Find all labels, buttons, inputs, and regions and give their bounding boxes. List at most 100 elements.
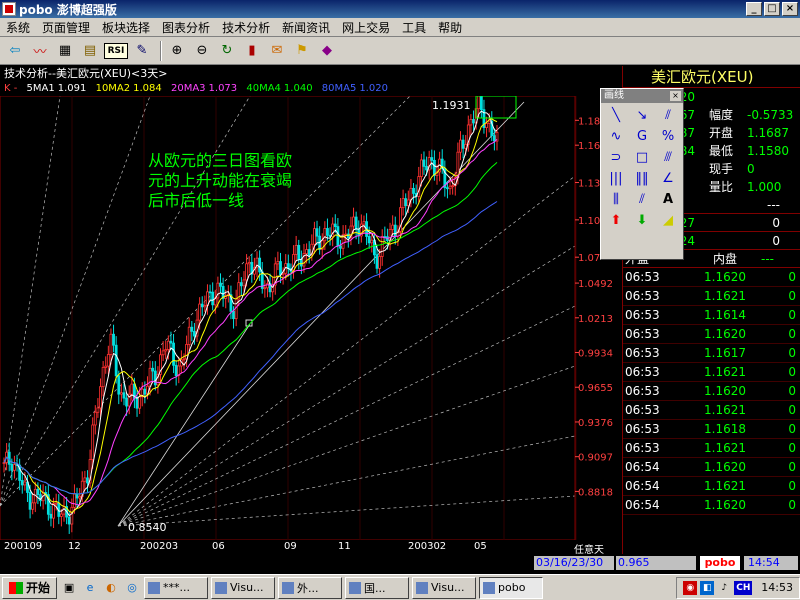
trade-row[interactable]: 06:53 1.1617 0 bbox=[623, 344, 800, 363]
trade-row[interactable]: 06:53 1.1620 0 bbox=[623, 268, 800, 287]
close-icon[interactable]: × bbox=[670, 91, 681, 101]
cycle-tool-icon[interactable]: ||| bbox=[603, 168, 629, 189]
gann-tool-icon[interactable]: ⫼ bbox=[603, 189, 629, 210]
menu-technical-analysis[interactable]: 技术分析 bbox=[216, 19, 276, 36]
back-arrow-icon[interactable]: ⇦ bbox=[4, 40, 26, 62]
toolbar: ⇦ 〰 ▦ ▤ RSI ✎ ⊕ ⊖ ↻ ▮ ✉ ⚑ ◆ bbox=[0, 37, 800, 65]
candle-body bbox=[166, 340, 170, 350]
taskbar-task-button[interactable]: 外... bbox=[278, 576, 343, 599]
ie-icon[interactable]: e bbox=[81, 579, 99, 597]
up-arrow-tool-icon[interactable]: ⬆ bbox=[603, 210, 629, 231]
purple-book-icon[interactable]: ◆ bbox=[316, 40, 338, 62]
media-icon[interactable]: ◎ bbox=[123, 579, 141, 597]
trade-qty: 0 bbox=[788, 479, 796, 493]
close-button[interactable]: × bbox=[782, 2, 798, 16]
candle-body bbox=[203, 305, 207, 308]
status-date: 03/16/23/30 bbox=[534, 556, 614, 570]
trade-row[interactable]: 06:53 1.1621 0 bbox=[623, 401, 800, 420]
desktop-icon[interactable]: ▣ bbox=[60, 579, 78, 597]
line-chart-icon[interactable]: 〰 bbox=[29, 40, 51, 62]
task-label: ***... bbox=[163, 581, 191, 594]
text-tool-icon[interactable]: A bbox=[655, 189, 681, 210]
zoom-out-icon[interactable]: ⊖ bbox=[191, 40, 213, 62]
taskbar: 开始 ▣ e ◐ ◎ ***... Visu... 外... 国... Visu... p… bbox=[0, 574, 800, 600]
rsi-icon[interactable]: RSI bbox=[104, 42, 128, 59]
taskbar-task-button[interactable]: Visu... bbox=[211, 576, 276, 599]
parallel-tool-icon[interactable]: ⫽ bbox=[655, 105, 681, 126]
menu-online-trading[interactable]: 网上交易 bbox=[336, 19, 396, 36]
taskbar-task-button[interactable]: ***... bbox=[144, 576, 209, 599]
eraser-tool-icon[interactable]: ◢ bbox=[655, 210, 681, 231]
trade-price: 1.1621 bbox=[704, 289, 746, 303]
book-icon[interactable]: ▤ bbox=[79, 40, 101, 62]
time-zone-tool-icon[interactable]: ‖‖ bbox=[629, 168, 655, 189]
candle-body bbox=[83, 477, 87, 482]
trade-row[interactable]: 06:53 1.1620 0 bbox=[623, 325, 800, 344]
trade-row[interactable]: 06:53 1.1614 0 bbox=[623, 306, 800, 325]
trade-row[interactable]: 06:53 1.1621 0 bbox=[623, 439, 800, 458]
maximize-button[interactable]: □ bbox=[764, 2, 780, 16]
tray-ime-icon[interactable]: CH bbox=[734, 580, 753, 595]
candle-body bbox=[125, 397, 128, 407]
menu-news[interactable]: 新闻资讯 bbox=[276, 19, 336, 36]
pencil-icon[interactable]: ✎ bbox=[131, 40, 153, 62]
candle-body bbox=[151, 367, 155, 372]
taskbar-task-button[interactable]: 国... bbox=[345, 576, 410, 599]
tray-app-icon[interactable]: ◉ bbox=[683, 580, 698, 595]
trade-row[interactable]: 06:54 1.1620 0 bbox=[623, 496, 800, 515]
fibonacci-tool-icon[interactable]: G bbox=[629, 126, 655, 147]
menu-system[interactable]: 系统 bbox=[0, 19, 36, 36]
flag-icon[interactable]: ⚑ bbox=[291, 40, 313, 62]
table-icon[interactable]: ▦ bbox=[54, 40, 76, 62]
task-app-icon bbox=[416, 581, 429, 594]
trade-row[interactable]: 06:54 1.1621 0 bbox=[623, 477, 800, 496]
taskbar-task-button[interactable]: Visu... bbox=[412, 576, 477, 599]
quote-value: 0 bbox=[747, 162, 755, 176]
drawing-tools-titlebar[interactable]: 画线 × bbox=[601, 89, 683, 103]
trade-price: 1.1614 bbox=[704, 308, 746, 322]
arc-tool-icon[interactable]: ⊃ bbox=[603, 147, 629, 168]
menu-help[interactable]: 帮助 bbox=[432, 19, 468, 36]
trade-list[interactable]: 06:53 1.1620 0 06:53 1.1621 0 06:53 1.1614… bbox=[623, 268, 800, 515]
trade-row[interactable]: 06:53 1.1621 0 bbox=[623, 363, 800, 382]
rectangle-tool-icon[interactable]: □ bbox=[629, 147, 655, 168]
angle-tool-icon[interactable]: ∠ bbox=[655, 168, 681, 189]
trade-row[interactable]: 06:53 1.1618 0 bbox=[623, 420, 800, 439]
tray-network-icon[interactable]: ◧ bbox=[700, 580, 715, 595]
start-button[interactable]: 开始 bbox=[2, 576, 58, 599]
trade-row[interactable]: 06:53 1.1620 0 bbox=[623, 382, 800, 401]
toolbar-separator bbox=[160, 40, 162, 61]
line-tool-icon[interactable]: ╲ bbox=[603, 105, 629, 126]
price-chart[interactable]: 1.18 1.16 1.13 1.10 1.07 1.0492 1.0213 0.9934 0.… bbox=[0, 96, 622, 540]
percent-tool-icon[interactable]: % bbox=[655, 126, 681, 147]
quote-title: 美汇欧元(XEU) bbox=[623, 66, 800, 88]
tray-volume-icon[interactable]: ♪ bbox=[717, 581, 731, 595]
quote-label: 开盘 bbox=[709, 126, 734, 140]
curve-tool-icon[interactable]: ∿ bbox=[603, 126, 629, 147]
news-icon[interactable]: ✉ bbox=[266, 40, 288, 62]
trade-row[interactable]: 06:53 1.1621 0 bbox=[623, 287, 800, 306]
ray-tool-icon[interactable]: ↘ bbox=[629, 105, 655, 126]
taskbar-task-button[interactable]: pobo bbox=[479, 576, 544, 599]
trade-qty: 0 bbox=[788, 460, 796, 474]
down-arrow-tool-icon[interactable]: ⬇ bbox=[629, 210, 655, 231]
candle-body bbox=[305, 249, 308, 255]
trade-price: 1.1620 bbox=[704, 270, 746, 284]
app-icon[interactable] bbox=[2, 2, 16, 16]
outlook-icon[interactable]: ◐ bbox=[102, 579, 120, 597]
annotation-line-1: 从欧元的三日图看欧 bbox=[148, 151, 292, 170]
trade-row[interactable]: 06:54 1.1620 0 bbox=[623, 458, 800, 477]
menu-tools[interactable]: 工具 bbox=[396, 19, 432, 36]
menu-chart-analysis[interactable]: 图表分析 bbox=[156, 19, 216, 36]
channel-tool-icon[interactable]: ⫽ bbox=[629, 189, 655, 210]
refresh-icon[interactable]: ↻ bbox=[216, 40, 238, 62]
trade-time: 06:54 bbox=[625, 479, 660, 493]
menu-page-management[interactable]: 页面管理 bbox=[36, 19, 96, 36]
menu-sector-select[interactable]: 板块选择 bbox=[96, 19, 156, 36]
fan-tool-icon[interactable]: ⫻ bbox=[655, 147, 681, 168]
minimize-button[interactable]: _ bbox=[746, 2, 762, 16]
zoom-in-icon[interactable]: ⊕ bbox=[166, 40, 188, 62]
stack-icon[interactable]: ▮ bbox=[241, 40, 263, 62]
candle-body bbox=[62, 506, 66, 515]
sub-row-b: --- bbox=[767, 198, 780, 212]
